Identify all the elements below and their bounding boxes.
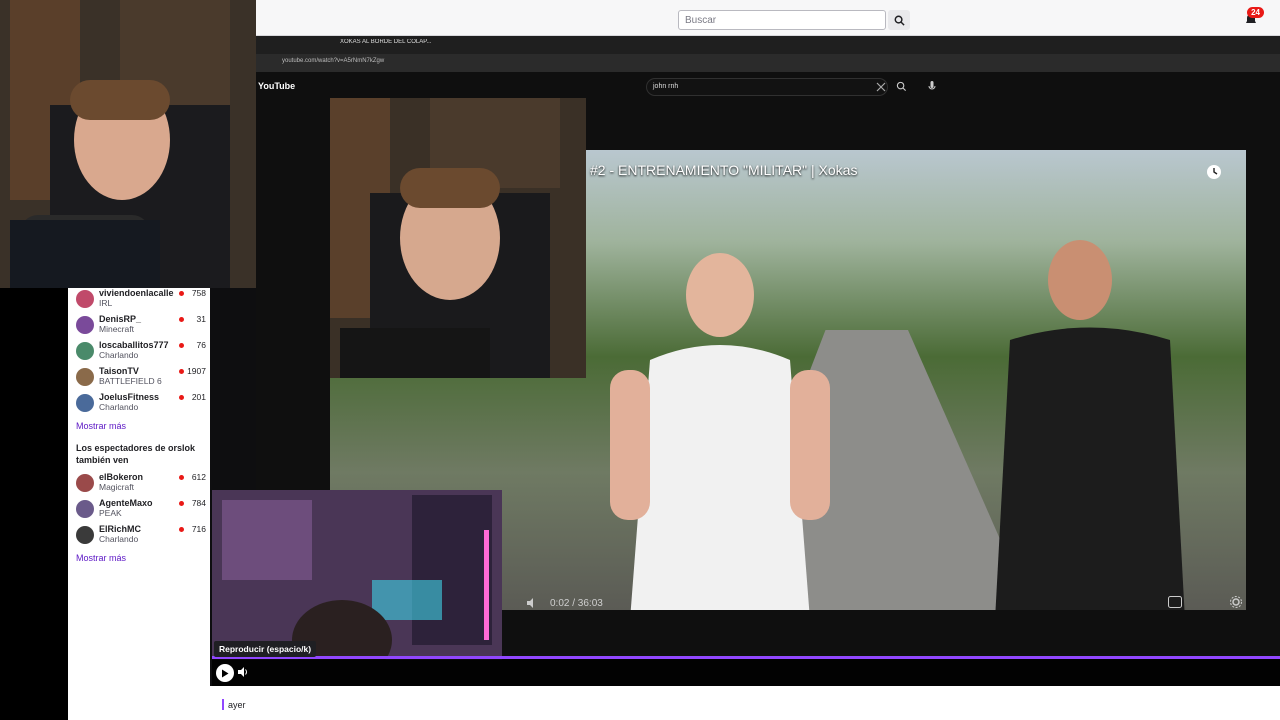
- also-watch-heading: Los espectadores de orslok también ven: [76, 443, 196, 465]
- avatar: [76, 342, 94, 360]
- youtube-logo[interactable]: YouTube: [258, 81, 295, 91]
- channel-game: Magicraft: [99, 482, 134, 492]
- inner-tab[interactable]: [556, 39, 656, 51]
- channel-name: TaisonTV: [99, 366, 139, 376]
- search-input[interactable]: Buscar: [678, 10, 886, 30]
- settings-icon[interactable]: [1230, 596, 1242, 608]
- avatar: [76, 500, 94, 518]
- video-time-display: 0:02 / 36:03: [550, 598, 603, 609]
- channel-game: BATTLEFIELD 6: [99, 376, 162, 386]
- sidebar-channel[interactable]: viviendoenlacalle IRL 758: [76, 288, 206, 310]
- video-person-left: [610, 253, 830, 610]
- stream-progress-bar[interactable]: [212, 656, 1280, 659]
- channel-name: ElRichMC: [99, 524, 142, 534]
- inner-tab[interactable]: XOKAS AL BORDE DEL COLAP...: [340, 39, 440, 51]
- sidebar-channel[interactable]: elBokeron Magicraft 612: [76, 472, 206, 494]
- twitch-player-controls: [212, 656, 1280, 686]
- inner-tab[interactable]: [666, 39, 766, 51]
- video-title: #2 - ENTRENAMIENTO "MILITAR" | Xokas: [590, 162, 858, 178]
- show-more-link[interactable]: Mostrar más: [76, 553, 126, 563]
- inner-tab-bar: XOKAS AL BORDE DEL COLAP...: [256, 36, 1280, 54]
- play-tooltip: Reproducir (espacio/k): [214, 641, 317, 657]
- accent-bar: [222, 699, 224, 710]
- channel-name: loscaballitos777: [99, 340, 169, 350]
- avatar: [76, 368, 94, 386]
- left-black-area: [0, 288, 68, 720]
- viewer-count: 784: [191, 498, 206, 508]
- channel-name: viviendoenlacalle: [99, 288, 174, 298]
- live-indicator: [179, 343, 184, 348]
- viewer-count: 31: [196, 314, 206, 324]
- microphone-icon[interactable]: [928, 81, 936, 92]
- channel-name: DenisRP_: [99, 314, 142, 324]
- avatar: [76, 394, 94, 412]
- guest-webcam: [212, 490, 502, 660]
- channel-game: Charlando: [99, 350, 139, 360]
- show-more-link[interactable]: Mostrar más: [76, 421, 126, 431]
- channel-game: Charlando: [99, 402, 139, 412]
- youtube-volume-icon[interactable]: [526, 597, 538, 609]
- avatar: [76, 526, 94, 544]
- live-indicator: [179, 317, 184, 322]
- sidebar-channel[interactable]: AgenteMaxo PEAK 784: [76, 498, 206, 520]
- live-indicator: [179, 395, 184, 400]
- streamer-webcam: [0, 0, 256, 288]
- channel-game: PEAK: [99, 508, 122, 518]
- guest-webcam-image: [212, 490, 502, 660]
- sidebar-channel[interactable]: JoelusFitness Charlando 201: [76, 392, 206, 414]
- volume-icon[interactable]: [237, 666, 249, 678]
- inner-address-bar: youtube.com/watch?v=A5rNmN7kZgw: [256, 54, 1280, 72]
- viewer-count: 612: [191, 472, 206, 482]
- sidebar-channel[interactable]: TaisonTV BATTLEFIELD 6 1907: [76, 366, 206, 388]
- streamer-webcam-image: [0, 0, 256, 288]
- youtube-search-input[interactable]: john rnh: [646, 78, 888, 96]
- twitch-sidebar: viviendoenlacalle IRL 758 DenisRP_ Minec…: [68, 288, 210, 720]
- inner-url[interactable]: youtube.com/watch?v=A5rNmN7kZgw: [282, 58, 384, 64]
- subtitles-icon[interactable]: [1168, 596, 1182, 608]
- stream-info-bar: ayer: [210, 686, 1280, 720]
- play-button[interactable]: [216, 664, 234, 682]
- sidebar-channel[interactable]: ElRichMC Charlando 716: [76, 524, 206, 546]
- clear-search-icon[interactable]: [876, 82, 886, 92]
- channel-name: AgenteMaxo: [99, 498, 153, 508]
- channel-game: Charlando: [99, 534, 139, 544]
- video-person-right: [995, 240, 1185, 610]
- live-indicator: [179, 291, 184, 296]
- channel-name: elBokeron: [99, 472, 144, 482]
- streamer-webcam-mirror: [330, 98, 586, 378]
- search-button[interactable]: [888, 10, 910, 30]
- inner-tab[interactable]: [258, 39, 338, 51]
- notifications-badge: 24: [1247, 7, 1264, 18]
- live-indicator: [179, 501, 184, 506]
- youtube-search-icon[interactable]: [896, 81, 907, 92]
- channel-name: JoelusFitness: [99, 392, 160, 402]
- inner-tab[interactable]: [776, 39, 876, 51]
- inner-tab[interactable]: [446, 39, 546, 51]
- sidebar-channel[interactable]: loscaballitos777 Charlando 76: [76, 340, 206, 362]
- sidebar-channel[interactable]: DenisRP_ Minecraft 31: [76, 314, 206, 336]
- channel-game: Minecraft: [99, 324, 134, 334]
- avatar: [76, 474, 94, 492]
- viewer-count: 76: [196, 340, 206, 350]
- viewer-count: 1907: [187, 366, 206, 376]
- search-icon: [894, 15, 905, 26]
- viewer-count: 716: [191, 524, 206, 534]
- watch-later-icon[interactable]: [1206, 164, 1222, 180]
- play-icon: [222, 669, 229, 677]
- streamer-webcam-mirror-image: [330, 98, 586, 378]
- viewer-count: 201: [191, 392, 206, 402]
- channel-game: IRL: [99, 298, 113, 308]
- avatar: [76, 316, 94, 334]
- live-indicator: [179, 527, 184, 532]
- twitch-top-bar: Buscar 24: [256, 0, 1280, 36]
- viewer-count: 758: [191, 288, 206, 298]
- live-indicator: [179, 475, 184, 480]
- date-label: ayer: [228, 700, 246, 710]
- avatar: [76, 290, 94, 308]
- live-indicator: [179, 369, 184, 374]
